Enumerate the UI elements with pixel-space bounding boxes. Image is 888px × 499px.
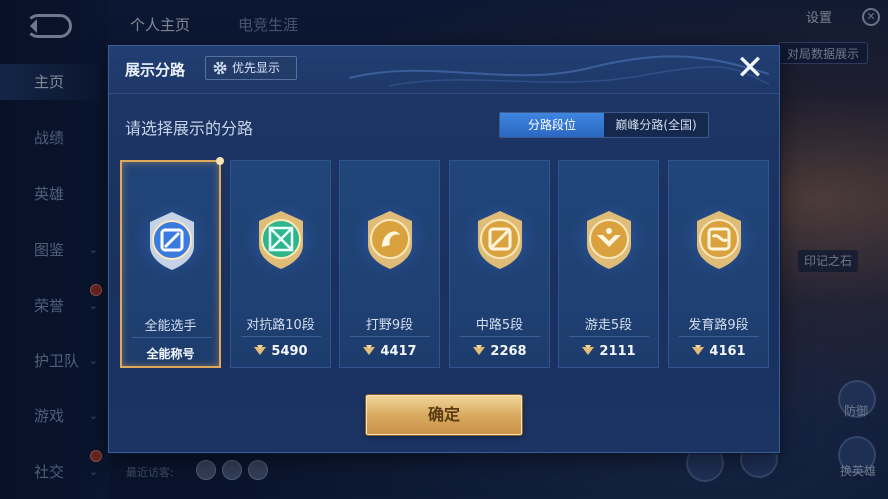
rank-arrow-icon xyxy=(582,345,595,355)
tab-lane-rank[interactable]: 分路段位 xyxy=(500,113,604,137)
confirm-button[interactable]: 确定 xyxy=(366,395,522,435)
divider xyxy=(460,336,540,337)
all-round-emblem-icon xyxy=(134,202,210,278)
lane-card[interactable]: 中路5段 2268 xyxy=(449,160,550,368)
lane-display-dialog: 展示分路 优先显示 ✕ 请选择展示的分路 分路段位 巅峰分路(全国) 全能选手全… xyxy=(108,45,780,453)
jungle-emblem-icon xyxy=(352,201,428,277)
lane-score: 5490 xyxy=(231,344,330,359)
rank-arrow-icon xyxy=(692,345,705,355)
lane-score: 4417 xyxy=(340,344,439,359)
lane-card[interactable]: 打野9段 4417 xyxy=(339,160,440,368)
lane-card[interactable]: 对抗路10段 5490 xyxy=(230,160,331,368)
lane-card-name: 全能选手 xyxy=(144,319,197,334)
lane-score-value: 2111 xyxy=(599,344,636,359)
lane-card-name: 游走5段 xyxy=(584,318,633,333)
lane-card-name: 发育路9段 xyxy=(688,318,749,333)
lane-card[interactable]: 全能选手 全能称号 xyxy=(120,157,224,368)
lane-score: 2268 xyxy=(450,344,549,359)
divider xyxy=(132,337,212,338)
tab-peak-lane[interactable]: 巅峰分路(全国) xyxy=(604,113,708,137)
farm-lane-emblem-icon xyxy=(681,201,757,277)
lane-card[interactable]: 发育路9段 4161 xyxy=(668,160,769,368)
select-lane-prompt: 请选择展示的分路 xyxy=(125,119,254,138)
divider xyxy=(350,336,430,337)
decorative-swirl-icon xyxy=(349,55,769,87)
mid-lane-emblem-icon xyxy=(462,201,538,277)
divider xyxy=(241,336,321,337)
lane-score: 4161 xyxy=(669,344,768,359)
lane-card-list: 全能选手 全能称号 对抗路10段 5490 打野9段 4417 中路5段 2268 游走5段 21… xyxy=(120,157,770,370)
lane-score-value: 5490 xyxy=(271,344,308,359)
divider xyxy=(679,336,759,337)
rank-type-toggle: 分路段位 巅峰分路(全国) xyxy=(499,112,709,138)
close-icon[interactable]: ✕ xyxy=(733,51,767,86)
roam-emblem-icon xyxy=(571,201,647,277)
priority-display-label: 优先显示 xyxy=(232,61,281,75)
rank-arrow-icon xyxy=(473,345,486,355)
rank-arrow-icon xyxy=(254,345,267,355)
dialog-title: 展示分路 xyxy=(125,61,186,79)
lane-score-value: 4417 xyxy=(380,344,417,359)
gear-icon xyxy=(213,61,227,75)
clash-lane-emblem-icon xyxy=(243,201,319,277)
lane-card-name: 对抗路10段 xyxy=(246,318,315,333)
priority-display-button[interactable]: 优先显示 xyxy=(205,56,297,80)
all-round-title-label: 全能称号 xyxy=(146,347,195,361)
divider xyxy=(569,336,649,337)
rank-arrow-icon xyxy=(363,345,376,355)
dialog-header: 展示分路 优先显示 ✕ xyxy=(109,46,779,94)
lane-score-value: 2268 xyxy=(490,344,527,359)
lane-score-value: 4161 xyxy=(709,344,746,359)
lane-card-name: 中路5段 xyxy=(475,318,524,333)
lane-card-name: 打野9段 xyxy=(365,318,414,333)
lane-card[interactable]: 游走5段 2111 xyxy=(558,160,659,368)
lane-score: 2111 xyxy=(559,344,658,359)
